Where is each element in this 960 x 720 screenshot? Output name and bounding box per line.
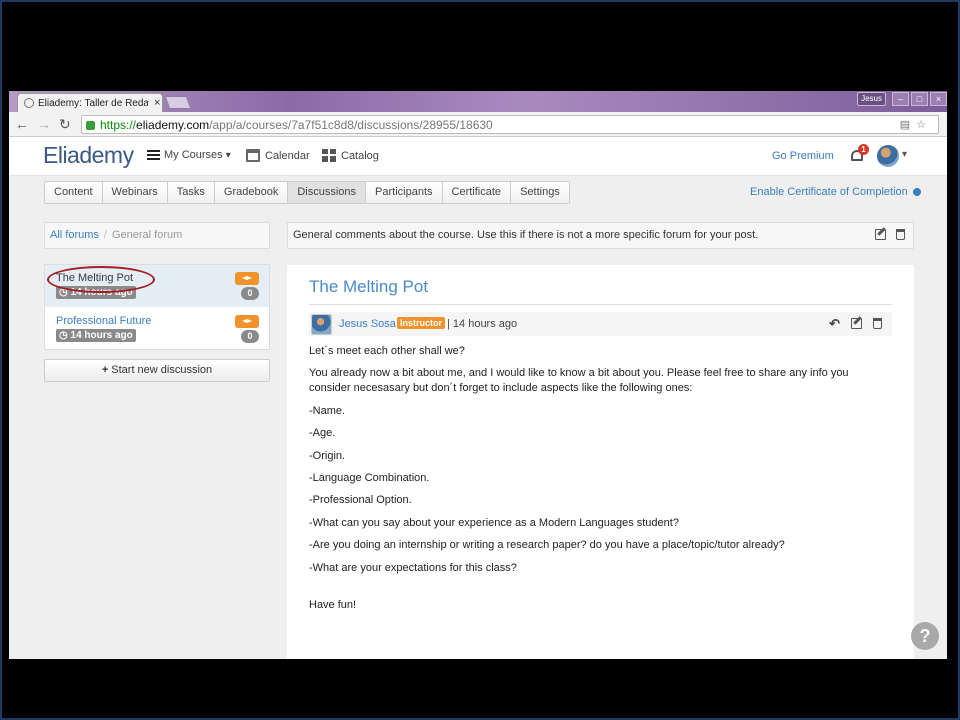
reload-icon[interactable]: ↻ [59,116,71,132]
post-paragraph: -Origin. [309,449,346,462]
graduation-cap-icon [235,315,259,328]
course-tabs: Content Webinars Tasks Gradebook Discussions… [44,181,570,204]
trash-icon[interactable] [873,318,882,329]
start-new-discussion-label: Start new discussion [111,364,213,376]
user-avatar[interactable] [877,145,899,167]
calendar-label: Calendar [265,149,310,162]
reply-count-badge: 0 [241,330,259,343]
back-arrow-icon[interactable]: ← [15,116,29,132]
edit-icon[interactable] [875,229,886,240]
thread-time: ◷ 14 hours ago [56,329,136,342]
post-paragraph: -What can you say about your experience … [309,516,679,529]
tab-content[interactable]: Content [45,182,103,203]
go-premium-link[interactable]: Go Premium [772,150,834,162]
window-controls: Jesus – □ × [857,92,947,106]
notification-badge: 1 [858,144,869,155]
tab-title: Eliademy: Taller de Redacc [38,97,148,109]
tab-discussions[interactable]: Discussions [288,182,367,203]
tab-settings[interactable]: Settings [511,182,569,203]
my-courses-menu[interactable]: My Courses ▾ [147,149,231,161]
tab-certificate[interactable]: Certificate [442,182,512,203]
breadcrumb-all-forums[interactable]: All forums [50,229,99,241]
forward-arrow-icon[interactable]: → [37,116,51,132]
chevron-down-icon: ▾ [225,149,231,161]
thread-item-professional-future[interactable]: Professional Future ◷ 14 hours ago 0 [45,308,269,350]
address-toolbar: ← → ↻ https:// eliademy.com /app/a/cours… [9,112,947,137]
menu-icon [147,150,160,160]
info-dot-icon [912,188,921,196]
tab-webinars[interactable]: Webinars [102,182,168,203]
my-courses-label: My Courses [164,149,223,161]
post-paragraph: -Name. [309,404,346,417]
tab-gradebook[interactable]: Gradebook [214,182,289,203]
author-avatar[interactable] [311,314,332,335]
eliademy-logo[interactable]: Eliademy [43,142,134,169]
author-name[interactable]: Jesus Sosa [339,318,396,330]
eliademy-favicon-icon [24,98,34,108]
catalog-label: Catalog [341,149,379,162]
tab-close-icon[interactable]: × [154,97,160,109]
profile-user-label[interactable]: Jesus [857,92,886,106]
help-button[interactable]: ? [911,622,939,650]
forum-actions [875,229,905,240]
annotation-circle [47,266,155,293]
instructor-badge: Instructor [397,317,446,329]
calendar-icon [246,149,260,162]
breadcrumb-separator: / [103,229,107,241]
close-window-button[interactable]: × [930,92,947,106]
lock-icon [86,121,95,130]
course-content: Content Webinars Tasks Gradebook Discussions… [9,176,947,659]
post-time: | 14 hours ago [447,318,518,330]
breadcrumb-current: General forum [111,229,183,241]
post-paragraph: -Are you doing an internship or writing … [309,539,785,552]
catalog-link[interactable]: Catalog [322,149,379,162]
post-author-bar: Jesus Sosa Instructor | 14 hours ago ↶ [309,312,892,336]
forum-description: General comments about the course. Use t… [287,222,914,249]
reply-count-badge: 0 [241,287,259,300]
calendar-link[interactable]: Calendar [246,149,310,162]
url-bar[interactable]: https:// eliademy.com /app/a/courses/7a7… [81,115,939,134]
enable-certificate-link[interactable]: Enable Certificate of Completion [750,186,921,198]
enable-certificate-label: Enable Certificate of Completion [750,186,908,198]
browser-titlebar: Eliademy: Taller de Redacc × Jesus – □ × [9,91,947,112]
grid-icon [322,149,336,162]
notifications-button[interactable]: 1 [850,144,869,163]
forum-description-text: General comments about the course. Use t… [293,229,759,241]
url-path: /app/a/courses/7a7f51c8d8/discussions/28… [209,117,493,132]
site-header: Eliademy My Courses ▾ Calendar Catalog G… [9,137,947,176]
url-scheme: https:// [100,117,137,132]
post-actions: ↶ [829,317,882,330]
post-paragraph: -What are your expectations for this cla… [309,561,517,574]
reply-icon[interactable]: ↶ [829,317,840,330]
post-paragraph: Let´s meet each other shall we? [309,345,465,357]
url-host: eliademy.com [136,117,210,132]
post-paragraph: -Age. [309,427,336,440]
browser-tab[interactable]: Eliademy: Taller de Redacc × [17,93,163,112]
post-paragraph: You already now a bit about me, and I wo… [309,367,849,395]
minimize-button[interactable]: – [892,92,909,106]
post-paragraph: -Professional Option. [309,494,412,507]
post-title: The Melting Pot [309,277,429,296]
plus-icon: + [101,364,109,376]
breadcrumb: All forums / General forum [44,222,270,249]
new-tab-button[interactable] [164,96,192,109]
slide-frame: Eliademy: Taller de Redacc × Jesus – □ ×… [0,0,960,720]
bookmark-star-icon[interactable]: ▤☆ [900,118,932,131]
start-new-discussion-button[interactable]: + Start new discussion [44,359,270,382]
graduation-cap-icon [235,272,259,285]
post-paragraph: Have fun! [309,598,357,611]
chevron-down-icon[interactable]: ▾ [902,149,907,160]
post-body: Let´s meet each other shall we? You alrea… [309,344,892,620]
trash-icon[interactable] [896,229,905,240]
post-panel: The Melting Pot Jesus Sosa Instructor | … [287,265,914,659]
thread-title[interactable]: Professional Future [56,315,151,327]
browser-window: Eliademy: Taller de Redacc × Jesus – □ ×… [9,91,947,659]
maximize-button[interactable]: □ [911,92,928,106]
edit-icon[interactable] [851,318,862,329]
divider [309,304,892,305]
tab-tasks[interactable]: Tasks [167,182,215,203]
post-paragraph: -Language Combination. [309,471,430,484]
tab-participants[interactable]: Participants [366,182,443,203]
